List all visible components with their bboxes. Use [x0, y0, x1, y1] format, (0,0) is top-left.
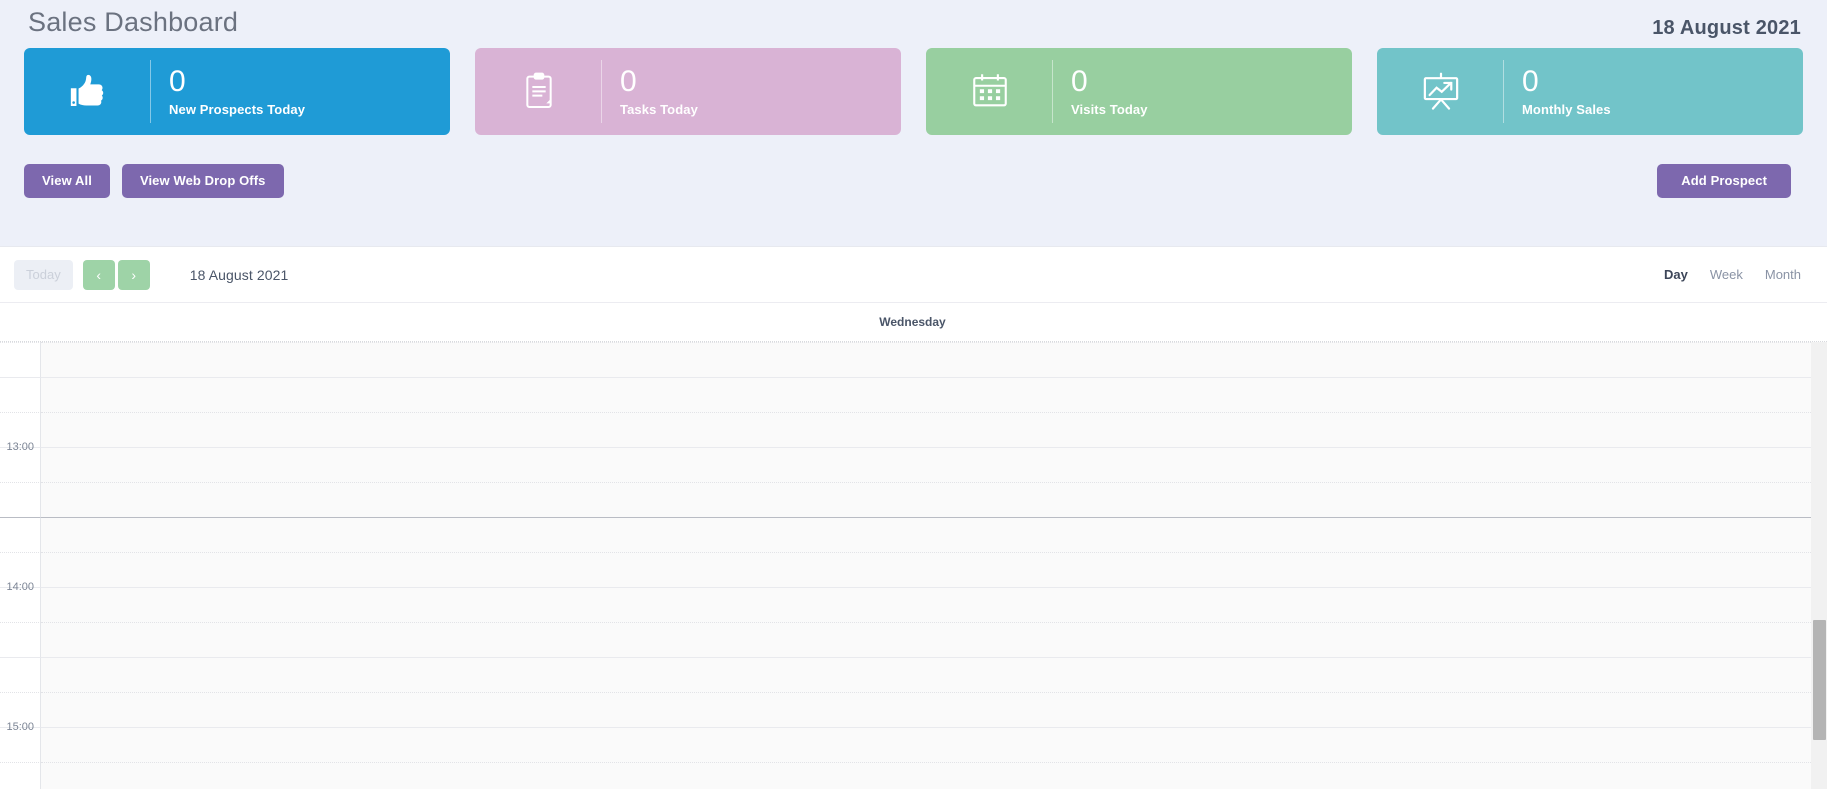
calendar-time-row[interactable]: 14:00: [0, 581, 1811, 622]
calendar-time-row[interactable]: [0, 692, 1811, 727]
calendar-nav-group: Today ‹ › 18 August 2021: [14, 259, 289, 290]
prev-day-button[interactable]: ‹: [82, 259, 115, 290]
calendar-time-row[interactable]: [0, 412, 1811, 447]
stat-card-body: 0 Tasks Today: [602, 66, 698, 116]
calendar-time-row[interactable]: [0, 342, 1811, 377]
stat-card-value: 0: [1071, 65, 1088, 99]
stat-card-body: 0 New Prospects Today: [151, 66, 305, 116]
add-prospect-button[interactable]: Add Prospect: [1657, 163, 1791, 198]
calendar-time-slot[interactable]: [41, 342, 1811, 377]
stat-card-body: 0 Visits Today: [1053, 66, 1148, 116]
stat-card-label: Visits Today: [1071, 101, 1148, 117]
view-week-button[interactable]: Week: [1710, 265, 1743, 284]
calendar-toolbar: Today ‹ › 18 August 2021 Day Week Month: [0, 247, 1827, 303]
calendar-scrollbar-thumb[interactable]: [1813, 620, 1826, 740]
calendar-time-row[interactable]: 13:00: [0, 441, 1811, 482]
view-all-button[interactable]: View All: [24, 163, 110, 198]
stat-card-value: 0: [620, 65, 637, 99]
calendar-time-slot[interactable]: [41, 587, 1811, 622]
view-day-button[interactable]: Day: [1664, 265, 1688, 284]
calendar-time-slot[interactable]: [41, 517, 1811, 552]
thumbs-up-icon: [24, 48, 151, 135]
calendar-time-row[interactable]: [0, 657, 1811, 692]
calendar-time-label: 13:00: [6, 441, 34, 453]
calendar-day-name: Wednesday: [879, 315, 946, 329]
stat-card-label: New Prospects Today: [169, 101, 306, 117]
calendar-time-gutter: 13:00: [0, 441, 41, 482]
calendar-time-gutter: [0, 517, 41, 552]
stat-card-label: Tasks Today: [620, 101, 698, 117]
calendar-time-label: 15:00: [6, 721, 34, 733]
today-button[interactable]: Today: [14, 259, 73, 290]
stat-card-value: 0: [1522, 65, 1539, 99]
actions-row: View All View Web Drop Offs Add Prospect: [12, 163, 1815, 198]
clipboard-icon: [475, 48, 602, 135]
dashboard-header-panel: Sales Dashboard 18 August 2021 0 New Pro…: [0, 0, 1827, 246]
calendar-time-gutter: [0, 657, 41, 692]
next-day-button[interactable]: ›: [117, 259, 150, 290]
stat-card-value: 0: [169, 65, 186, 99]
view-web-drop-offs-button[interactable]: View Web Drop Offs: [121, 163, 284, 198]
stat-card-label: Monthly Sales: [1522, 101, 1611, 117]
calendar-grid-scroll-area[interactable]: 13:0014:0015:0016:0017:00: [0, 342, 1827, 789]
calendar-time-row[interactable]: [0, 517, 1811, 552]
header-date: 18 August 2021: [1652, 17, 1801, 39]
calendar-icon: [926, 48, 1053, 135]
presentation-chart-icon: [1377, 48, 1504, 135]
calendar-view-switcher: Day Week Month: [1664, 265, 1801, 284]
calendar-time-slot[interactable]: [41, 482, 1811, 517]
calendar-time-gutter: 14:00: [0, 581, 41, 622]
calendar-prev-next-group: ‹ ›: [82, 259, 150, 290]
calendar-time-gutter: [0, 622, 41, 657]
calendar-time-gutter: [0, 762, 41, 789]
calendar-time-slot[interactable]: [41, 447, 1811, 482]
stat-cards-row: 0 New Prospects Today 0 Tasks Today 0 Vi…: [12, 47, 1815, 135]
calendar-time-gutter: [0, 482, 41, 517]
calendar-time-slot[interactable]: [41, 622, 1811, 657]
stat-card-body: 0 Monthly Sales: [1504, 66, 1611, 116]
calendar-time-row[interactable]: [0, 762, 1811, 789]
calendar-time-row[interactable]: 15:00: [0, 721, 1811, 762]
calendar-time-gutter: [0, 377, 41, 412]
calendar-day-header: Wednesday: [0, 303, 1827, 342]
calendar-time-gutter: 15:00: [0, 721, 41, 762]
calendar-time-row[interactable]: [0, 482, 1811, 517]
stat-card-monthly-sales[interactable]: 0 Monthly Sales: [1377, 47, 1803, 135]
calendar-time-row[interactable]: [0, 622, 1811, 657]
calendar-time-slot[interactable]: [41, 762, 1811, 789]
calendar-scrollbar-track[interactable]: [1811, 342, 1827, 789]
calendar-time-slot[interactable]: [41, 552, 1811, 587]
calendar-time-slot[interactable]: [41, 377, 1811, 412]
calendar-time-slot[interactable]: [41, 692, 1811, 727]
view-month-button[interactable]: Month: [1765, 265, 1801, 284]
calendar-time-row[interactable]: [0, 552, 1811, 587]
calendar-time-grid: 13:0014:0015:0016:0017:00: [0, 342, 1811, 789]
calendar-current-date: 18 August 2021: [189, 266, 289, 283]
stat-card-tasks[interactable]: 0 Tasks Today: [475, 47, 901, 135]
page-title: Sales Dashboard: [28, 7, 239, 37]
calendar-time-label: 14:00: [6, 581, 34, 593]
stat-card-visits[interactable]: 0 Visits Today: [926, 47, 1352, 135]
calendar-time-gutter: [0, 342, 41, 377]
calendar-section: Today ‹ › 18 August 2021 Day Week Month …: [0, 246, 1827, 789]
stat-card-new-prospects[interactable]: 0 New Prospects Today: [24, 47, 450, 135]
calendar-time-slot[interactable]: [41, 727, 1811, 762]
calendar-time-slot[interactable]: [41, 412, 1811, 447]
calendar-time-row[interactable]: [0, 377, 1811, 412]
calendar-time-slot[interactable]: [41, 657, 1811, 692]
